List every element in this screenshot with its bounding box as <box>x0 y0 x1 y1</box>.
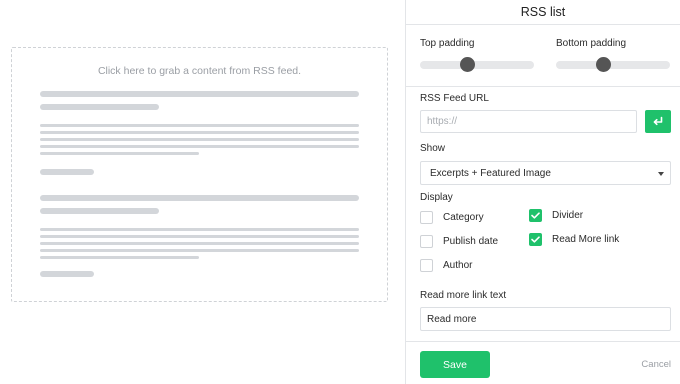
checkbox-category[interactable]: Category <box>420 211 484 224</box>
rss-url-label: RSS Feed URL <box>420 93 489 104</box>
skeleton-read-more <box>40 169 94 175</box>
cancel-button[interactable]: Cancel <box>641 359 671 370</box>
rss-settings-panel: RSS list Top padding Bottom padding RSS … <box>405 0 680 384</box>
checkbox-box[interactable] <box>529 209 542 222</box>
save-button[interactable]: Save <box>420 351 490 378</box>
checkmark-icon <box>531 212 540 219</box>
skeleton-text-line <box>40 131 359 134</box>
checkbox-box[interactable] <box>529 233 542 246</box>
checkbox-publish-date[interactable]: Publish date <box>420 235 498 248</box>
skeleton-title-line <box>40 91 359 97</box>
bottom-padding-label: Bottom padding <box>556 38 627 49</box>
bottom-padding-slider-handle[interactable] <box>596 57 611 72</box>
checkbox-divider[interactable]: Divider <box>529 209 583 222</box>
show-select[interactable]: Excerpts + Featured Image <box>420 161 671 185</box>
show-selected-value: Excerpts + Featured Image <box>430 168 551 179</box>
checkmark-icon <box>531 236 540 243</box>
skeleton-read-more <box>40 271 94 277</box>
checkbox-box[interactable] <box>420 211 433 224</box>
enter-icon <box>653 116 663 126</box>
skeleton-text-line <box>40 242 359 245</box>
section-divider <box>406 86 680 87</box>
read-more-text-input[interactable] <box>420 307 671 331</box>
checkbox-box[interactable] <box>420 235 433 248</box>
rss-url-input[interactable] <box>420 110 637 133</box>
skeleton-text-line <box>40 249 359 252</box>
checkbox-label: Author <box>443 260 473 271</box>
submit-url-button[interactable] <box>645 110 671 133</box>
show-label: Show <box>420 143 446 154</box>
top-padding-slider[interactable] <box>420 57 534 72</box>
skeleton-title-line <box>40 208 159 214</box>
top-padding-label: Top padding <box>420 38 475 49</box>
checkbox-label: Read More link <box>552 234 620 245</box>
skeleton-text-line <box>40 228 359 231</box>
checkbox-label: Publish date <box>443 236 499 247</box>
read-more-text-label: Read more link text <box>420 290 507 301</box>
checkbox-box[interactable] <box>420 259 433 272</box>
skeleton-text-line <box>40 235 359 238</box>
chevron-down-icon <box>658 172 664 176</box>
display-label: Display <box>420 192 453 203</box>
skeleton-text-line <box>40 256 199 259</box>
skeleton-text-line <box>40 124 359 127</box>
panel-header: RSS list <box>406 0 680 25</box>
skeleton-text-line <box>40 138 359 141</box>
checkbox-label: Category <box>443 212 484 223</box>
skeleton-title-line <box>40 195 359 201</box>
footer-divider <box>406 341 680 342</box>
panel-title: RSS list <box>520 5 566 19</box>
rss-preview-area: Click here to grab a content from RSS fe… <box>0 0 405 384</box>
bottom-padding-slider[interactable] <box>556 57 670 72</box>
skeleton-title-line <box>40 104 159 110</box>
placeholder-hint: Click here to grab a content from RSS fe… <box>97 65 302 77</box>
rss-content-placeholder[interactable]: Click here to grab a content from RSS fe… <box>11 47 388 302</box>
checkbox-label: Divider <box>552 210 584 221</box>
skeleton-text-line <box>40 145 359 148</box>
top-padding-slider-handle[interactable] <box>460 57 475 72</box>
checkbox-author[interactable]: Author <box>420 259 472 272</box>
skeleton-text-line <box>40 152 199 155</box>
checkbox-read-more-link[interactable]: Read More link <box>529 233 619 246</box>
